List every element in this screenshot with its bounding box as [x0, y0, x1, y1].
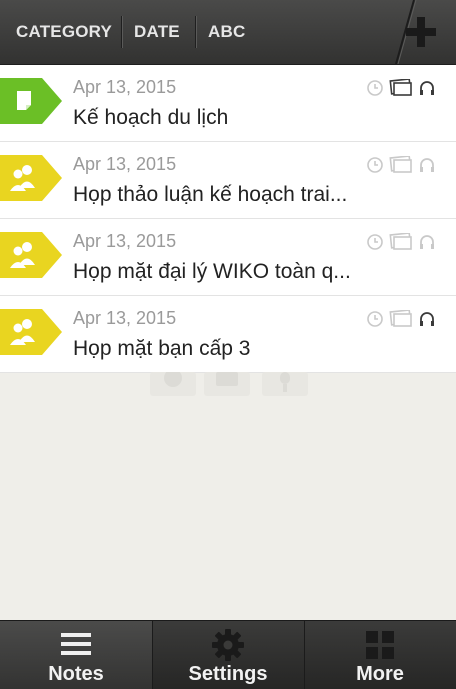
clock-icon	[367, 311, 383, 327]
tab-settings[interactable]: Settings	[152, 621, 304, 689]
photo-icon	[389, 79, 412, 96]
sort-divider	[121, 16, 122, 48]
microphone-icon	[262, 372, 308, 396]
photo-icon	[389, 156, 412, 173]
list-item[interactable]: Apr 13, 2015 Kế hoạch du lịch	[0, 65, 456, 142]
sort-tab-category[interactable]: CATEGORY	[16, 0, 112, 64]
attachment-icons	[366, 310, 436, 328]
list-item[interactable]: Apr 13, 2015 Họp mặt đại lý WIKO toàn q.…	[0, 219, 456, 296]
headphones-icon	[420, 158, 434, 172]
notes-list: Apr 13, 2015 Kế hoạch du lịch Apr 13, 20…	[0, 65, 456, 373]
tab-label: Notes	[48, 663, 104, 685]
tab-bar: Notes Settings More	[0, 620, 456, 689]
headphones-icon	[420, 81, 434, 95]
headphones-icon	[420, 235, 434, 249]
note-date: Apr 13, 2015	[73, 77, 177, 97]
people-icon	[0, 232, 62, 278]
plus-icon	[406, 17, 436, 47]
note-title: Kế hoạch du lịch	[73, 106, 229, 129]
attachment-icons	[366, 233, 436, 251]
sort-toolbar: CATEGORY DATE ABC	[0, 0, 456, 65]
attachment-icons	[366, 156, 436, 174]
note-date: Apr 13, 2015	[73, 308, 177, 328]
clock-icon	[367, 234, 383, 250]
gear-icon	[212, 629, 244, 661]
note-date: Apr 13, 2015	[73, 154, 177, 174]
clock-icon	[367, 157, 383, 173]
note-title: Họp thảo luận kế hoạch trai...	[73, 183, 348, 206]
tab-more[interactable]: More	[304, 621, 456, 689]
clock-icon	[367, 80, 383, 96]
tab-notes[interactable]: Notes	[0, 621, 152, 689]
list-item[interactable]: Apr 13, 2015 Họp thảo luận kế hoạch trai…	[0, 142, 456, 219]
note-title: Họp mặt bạn cấp 3	[73, 337, 251, 360]
note-title: Họp mặt đại lý WIKO toàn q...	[73, 260, 351, 283]
add-note-button[interactable]	[374, 0, 456, 64]
photo-icon	[389, 310, 412, 327]
sort-tab-abc[interactable]: ABC	[208, 0, 245, 64]
tab-label: More	[356, 663, 404, 685]
people-icon	[0, 309, 62, 355]
note-date: Apr 13, 2015	[73, 231, 177, 251]
photo-icon	[389, 233, 412, 250]
clock-icon	[150, 372, 196, 396]
sort-divider	[195, 16, 196, 48]
camera-icon	[204, 372, 250, 396]
headphones-icon	[420, 312, 434, 326]
attachment-icons	[366, 79, 436, 97]
grid-icon	[366, 631, 394, 659]
people-icon	[0, 155, 62, 201]
list-item[interactable]: Apr 13, 2015 Họp mặt bạn cấp 3	[0, 296, 456, 373]
tab-label: Settings	[188, 663, 268, 685]
sort-tab-date[interactable]: DATE	[134, 0, 180, 64]
list-icon	[61, 633, 91, 655]
note-icon	[0, 78, 62, 124]
